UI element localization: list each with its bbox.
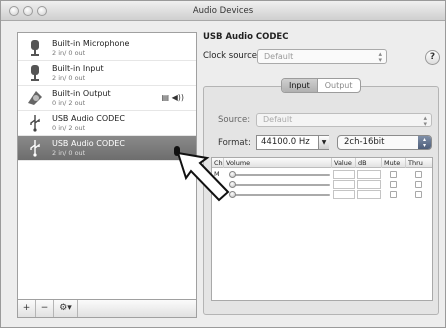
clock-source-label: Clock source: xyxy=(203,51,260,61)
source-select[interactable]: Default ▴ ▾ xyxy=(256,113,432,128)
device-row-built-in-output[interactable]: Built-in Output 0 in/ 2 out ▤ ◀)) xyxy=(18,86,196,111)
microphone-icon xyxy=(31,40,39,56)
channel-label: M xyxy=(214,170,220,178)
device-title: USB Audio CODEC xyxy=(203,32,289,42)
device-row-built-in-microphone[interactable]: Built-in Microphone 2 in/ 0 out xyxy=(18,36,196,61)
volume-value-field[interactable] xyxy=(333,170,355,179)
volume-slider[interactable] xyxy=(234,174,330,176)
thru-checkbox[interactable] xyxy=(415,171,422,178)
device-name: USB Audio CODEC xyxy=(52,139,125,148)
io-tabs: Input Output xyxy=(281,78,361,93)
device-io: 0 in/ 2 out xyxy=(52,99,86,107)
device-name: Built-in Output xyxy=(52,89,111,98)
column-header-mute: Mute xyxy=(382,158,406,168)
table-row: M xyxy=(212,170,432,179)
device-row-usb-audio-codec-output[interactable]: USB Audio CODEC 0 in/ 2 out xyxy=(18,111,196,136)
volume-slider[interactable] xyxy=(234,184,330,186)
channels-bits-value: 2ch-16bit xyxy=(344,137,385,147)
remove-device-button[interactable]: − xyxy=(36,300,54,317)
column-header-thru: Thru xyxy=(408,159,423,167)
mute-checkbox[interactable] xyxy=(390,191,397,198)
default-output-indicator-icon: ▤ ◀)) xyxy=(161,93,185,102)
clock-source-value: Default xyxy=(264,52,294,61)
channel-table: Ch Volume Value dB Mute Thru M xyxy=(211,157,433,301)
device-io: 2 in/ 0 out xyxy=(52,49,86,57)
device-io: 2 in/ 0 out xyxy=(52,74,86,82)
device-list: Built-in Microphone 2 in/ 0 out Built-in… xyxy=(17,32,197,300)
help-button[interactable]: ? xyxy=(425,50,440,65)
tab-output[interactable]: Output xyxy=(318,79,360,92)
table-row xyxy=(212,190,432,199)
column-header-db: dB xyxy=(356,158,382,168)
column-header-value: Value xyxy=(332,158,356,168)
column-header-ch: Ch xyxy=(214,158,224,168)
microphone-icon xyxy=(31,65,39,81)
volume-value-field[interactable] xyxy=(333,180,355,189)
volume-slider-knob[interactable] xyxy=(229,181,236,188)
device-io: 2 in/ 0 out xyxy=(52,149,86,157)
device-row-usb-audio-codec-input[interactable]: USB Audio CODEC 2 in/ 0 out xyxy=(18,136,196,161)
source-label: Source: xyxy=(218,115,251,125)
table-row xyxy=(212,180,432,189)
device-row-built-in-input[interactable]: Built-in Input 2 in/ 0 out xyxy=(18,61,196,86)
device-list-toolbar: + − ⚙▾ xyxy=(17,300,197,318)
format-label: Format: xyxy=(218,138,251,148)
mute-checkbox[interactable] xyxy=(390,181,397,188)
volume-slider[interactable] xyxy=(234,194,330,196)
tab-input[interactable]: Input xyxy=(282,79,318,92)
gear-menu-button[interactable]: ⚙▾ xyxy=(54,300,78,317)
table-header: Ch Volume Value dB Mute Thru xyxy=(212,158,432,168)
volume-slider-knob[interactable] xyxy=(229,191,236,198)
device-name: Built-in Input xyxy=(52,64,104,73)
column-header-volume: Volume xyxy=(224,158,332,168)
volume-value-field[interactable] xyxy=(333,190,355,199)
default-input-microphone-icon xyxy=(174,146,180,156)
window-title: Audio Devices xyxy=(192,6,254,16)
updown-arrows-icon: ▴ ▾ xyxy=(423,114,427,128)
add-device-button[interactable]: + xyxy=(18,300,36,317)
device-name: USB Audio CODEC xyxy=(52,114,125,123)
volume-slider-knob[interactable] xyxy=(229,171,236,178)
db-value-field[interactable] xyxy=(357,190,381,199)
clock-source-select[interactable]: Default ▴ ▾ xyxy=(257,49,387,64)
sample-rate-dropdown-icon[interactable]: ▼ xyxy=(318,136,329,149)
source-value: Default xyxy=(263,115,293,124)
db-value-field[interactable] xyxy=(357,180,381,189)
updown-arrows-icon: ▴ ▾ xyxy=(378,50,382,64)
device-name: Built-in Microphone xyxy=(52,39,130,48)
thru-checkbox[interactable] xyxy=(415,181,422,188)
device-io: 0 in/ 2 out xyxy=(52,124,86,132)
title-bar: Audio Devices xyxy=(1,1,445,21)
mute-checkbox[interactable] xyxy=(390,171,397,178)
channels-bits-select[interactable]: 2ch-16bit ▴ ▾ xyxy=(337,135,432,150)
usb-icon xyxy=(30,115,40,132)
speaker-icon xyxy=(28,91,42,105)
sample-rate-value: 44100.0 Hz xyxy=(261,137,310,147)
thru-checkbox[interactable] xyxy=(415,191,422,198)
db-value-field[interactable] xyxy=(357,170,381,179)
usb-icon xyxy=(30,140,40,157)
updown-arrows-icon: ▴ ▾ xyxy=(418,136,431,149)
